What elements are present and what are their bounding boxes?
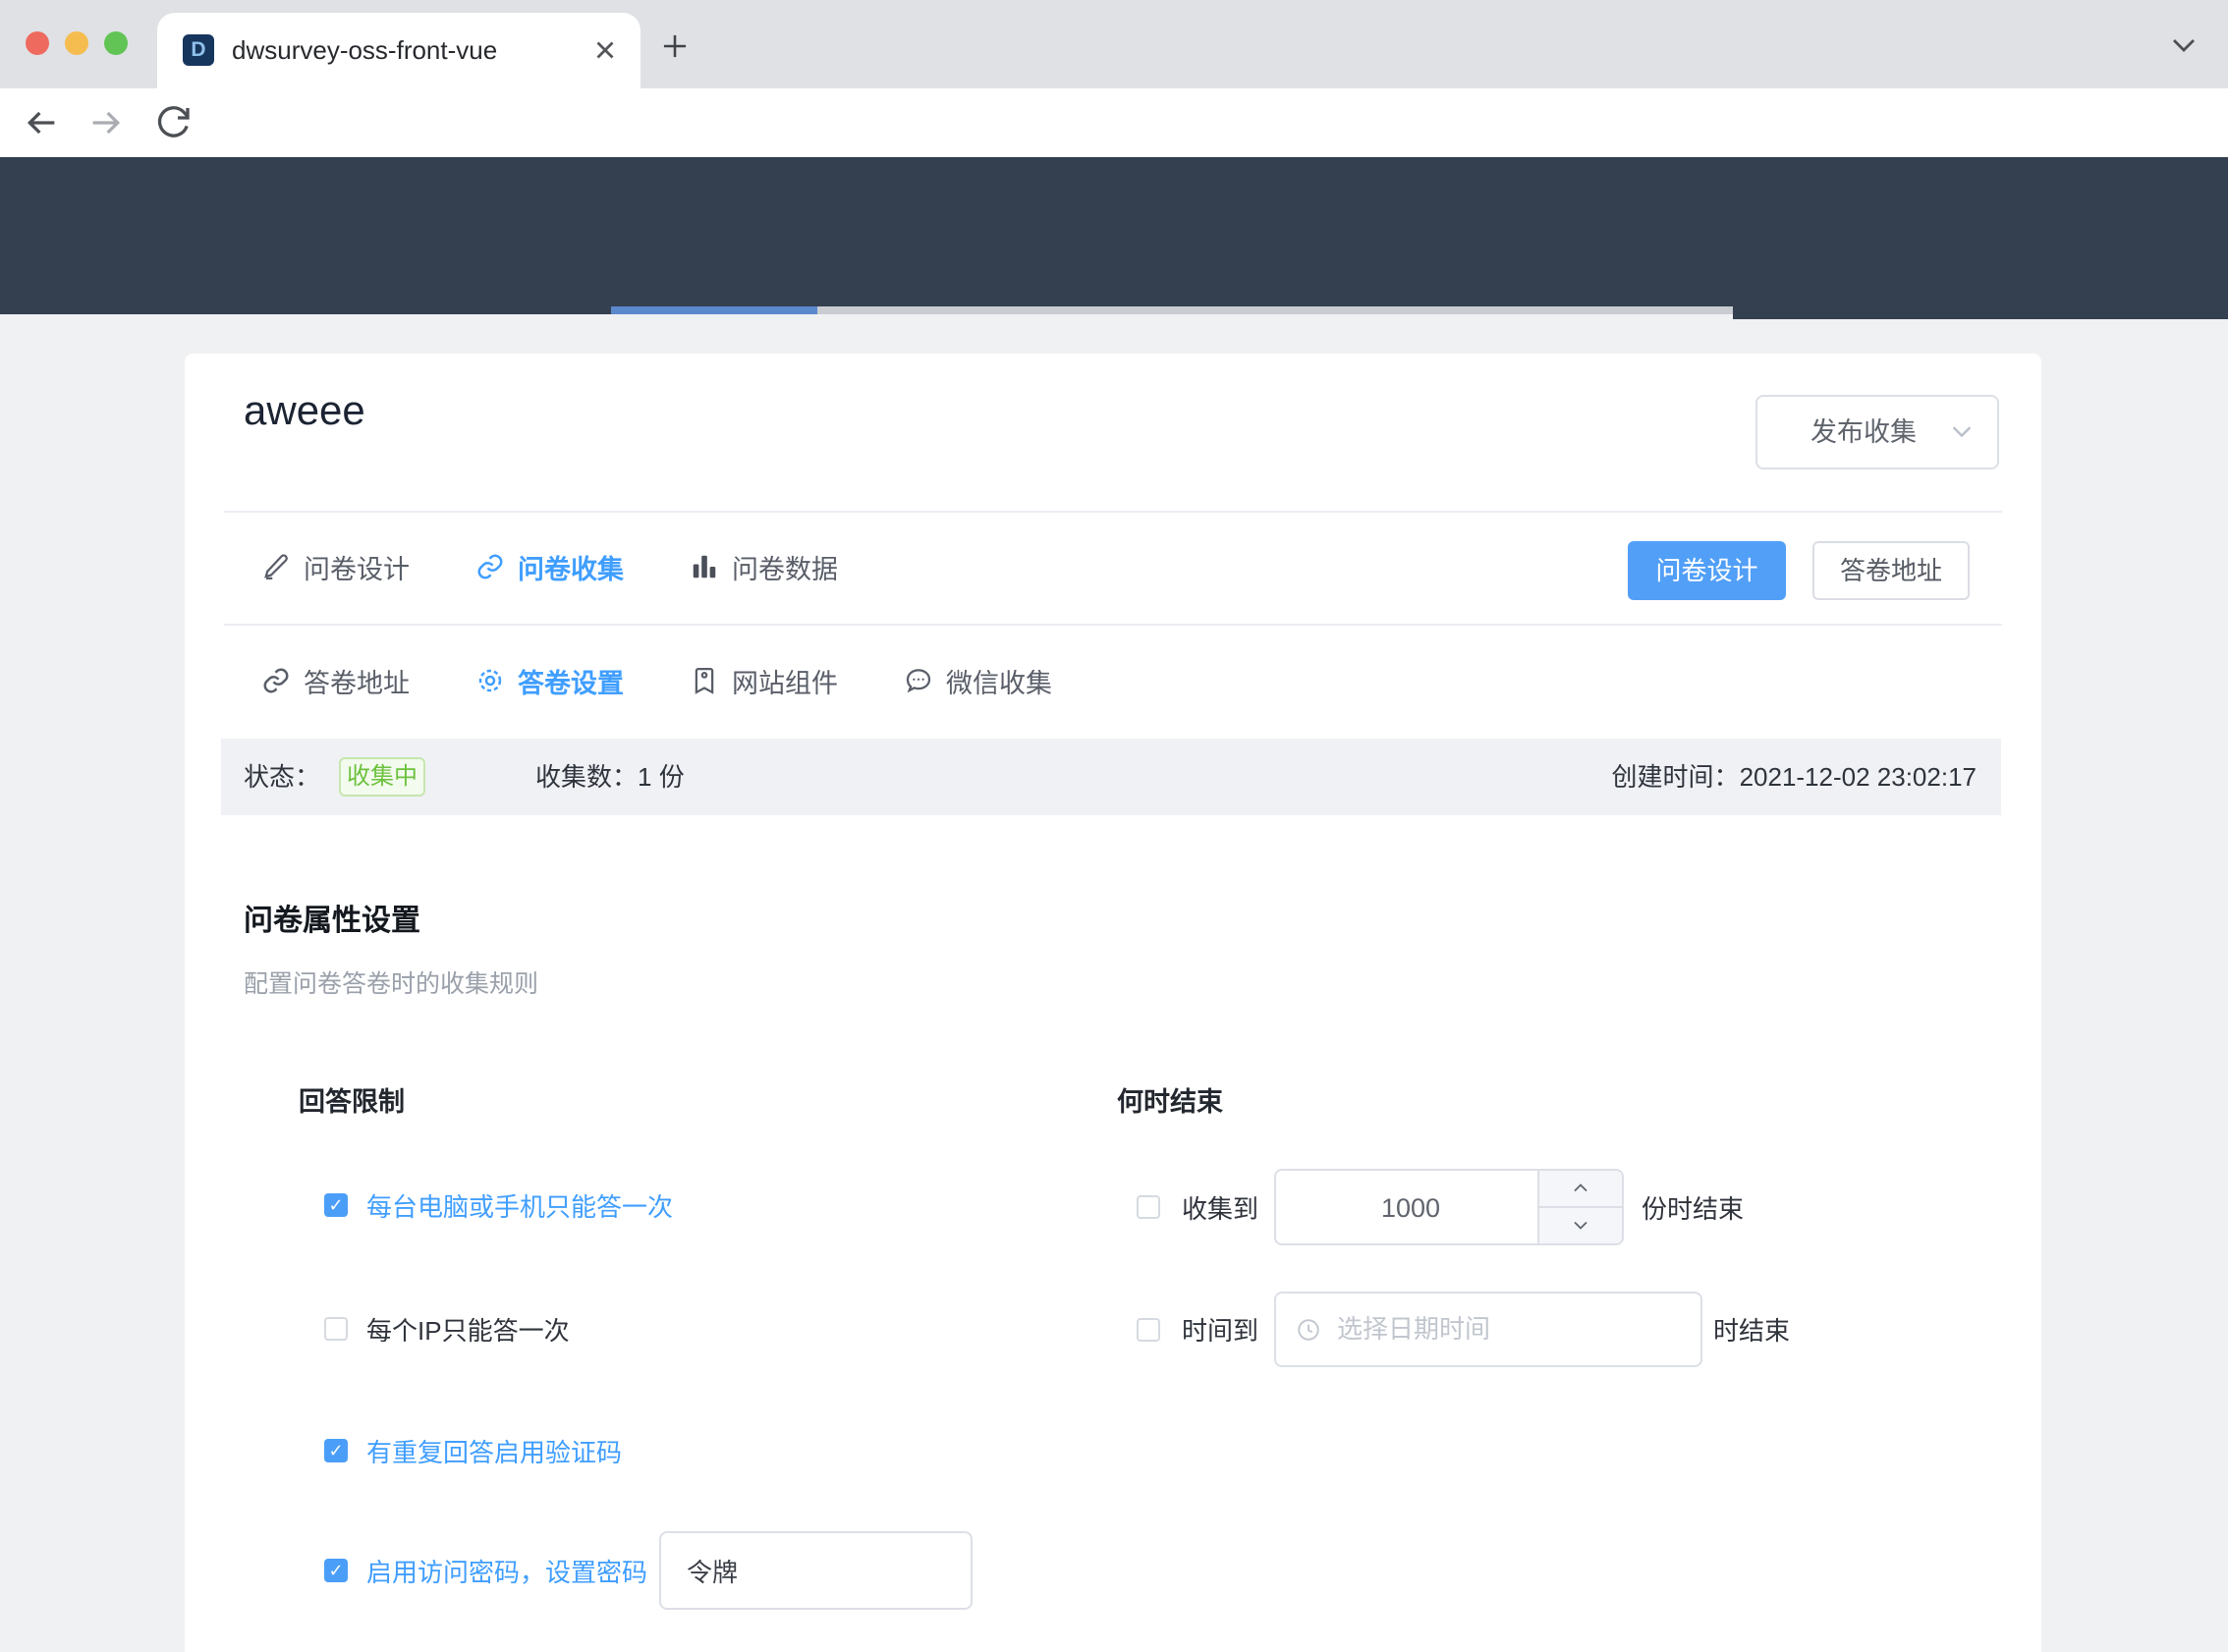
survey-design-button[interactable]: 问卷设计 bbox=[1628, 541, 1786, 600]
clock-icon bbox=[1296, 1317, 1321, 1343]
tab-label: 网站组件 bbox=[732, 662, 838, 700]
favicon: D bbox=[183, 34, 214, 66]
option-label[interactable]: 启用访问密码，设置密码 bbox=[366, 1553, 647, 1589]
count-prefix-label: 收集到 bbox=[1182, 1189, 1258, 1226]
checkbox-checked[interactable]: ✓ bbox=[324, 1559, 348, 1582]
option-label[interactable]: 有重复回答启用验证码 bbox=[366, 1433, 622, 1469]
divider bbox=[224, 511, 2002, 513]
checkbox-unchecked[interactable] bbox=[1137, 1195, 1160, 1219]
divider bbox=[224, 624, 2002, 626]
end-by-count-row: 收集到 份时结束 bbox=[1137, 1169, 1744, 1245]
end-condition-header: 何时结束 bbox=[1117, 1080, 1223, 1119]
bar-chart-icon bbox=[690, 552, 719, 581]
collect-count-label: 收集数： bbox=[535, 762, 638, 792]
tab-label: 问卷设计 bbox=[304, 548, 410, 586]
close-tab-icon[interactable] bbox=[587, 32, 623, 68]
time-suffix-label: 时结束 bbox=[1713, 1311, 1790, 1348]
created-time-value: 2021-12-02 23:02:17 bbox=[1740, 762, 1977, 792]
time-prefix-label: 时间到 bbox=[1182, 1311, 1258, 1348]
close-window-button[interactable] bbox=[26, 31, 49, 55]
browser-tab-strip: D dwsurvey-oss-front-vue bbox=[0, 0, 2228, 88]
chevron-down-icon bbox=[1950, 424, 1974, 440]
secondary-tabs: 答卷地址 答卷设置 网站组件 微信收集 bbox=[261, 641, 1052, 720]
status-bar: 状态： 收集中 收集数：1 份 创建时间：2021-12-02 23:02:17 bbox=[221, 739, 2001, 815]
new-tab-button[interactable] bbox=[656, 28, 694, 65]
tab-label: 微信收集 bbox=[946, 662, 1052, 700]
count-input[interactable] bbox=[1276, 1171, 1545, 1245]
app-navbar: DIAOWEN 调问 OSS 我的问卷 个人中心 用户管理 service@di… bbox=[0, 157, 2228, 314]
browser-tab[interactable]: D dwsurvey-oss-front-vue bbox=[157, 13, 641, 88]
reload-icon[interactable] bbox=[153, 103, 193, 142]
checkbox-unchecked[interactable] bbox=[324, 1317, 348, 1341]
answer-limit-header: 回答限制 bbox=[299, 1080, 405, 1119]
option-row-ip-once: 每个IP只能答一次 bbox=[324, 1290, 570, 1368]
collection-tag-icon bbox=[690, 666, 719, 695]
count-number-input bbox=[1274, 1169, 1624, 1245]
primary-tabs: 问卷设计 问卷收集 问卷数据 bbox=[261, 524, 838, 609]
nav-strip-dark bbox=[1733, 314, 2228, 319]
created-time-label: 创建时间： bbox=[1612, 762, 1740, 792]
section-heading: 问卷属性设置 bbox=[244, 896, 420, 939]
status-label: 状态： bbox=[244, 739, 320, 815]
minimize-window-button[interactable] bbox=[65, 31, 88, 55]
tab-answer-url[interactable]: 答卷地址 bbox=[261, 662, 410, 700]
edit-icon bbox=[261, 552, 291, 581]
checkbox-unchecked[interactable] bbox=[1137, 1318, 1160, 1342]
end-by-time-row: 时间到 时结束 bbox=[1137, 1292, 1790, 1367]
option-label[interactable]: 每台电脑或手机只能答一次 bbox=[366, 1187, 673, 1224]
answer-url-button[interactable]: 答卷地址 bbox=[1812, 541, 1970, 600]
collect-count: 收集数：1 份 bbox=[535, 739, 685, 815]
publish-collect-select[interactable]: 发布收集 bbox=[1755, 395, 1999, 469]
link-icon bbox=[261, 666, 291, 695]
tab-answer-settings[interactable]: 答卷设置 bbox=[475, 662, 624, 700]
section-description: 配置问卷答卷时的收集规则 bbox=[244, 964, 538, 1000]
tab-label: 答卷设置 bbox=[518, 662, 624, 700]
stepper-up-button[interactable] bbox=[1539, 1171, 1622, 1208]
tab-survey-collect[interactable]: 问卷收集 bbox=[475, 548, 624, 586]
browser-toolbar: localhost:8083/#/dw/survey/c/attr/c98fa1… bbox=[0, 88, 2228, 157]
stepper-down-button[interactable] bbox=[1539, 1208, 1622, 1243]
checkmark-icon: ✓ bbox=[328, 1561, 343, 1580]
survey-title: aweee bbox=[244, 387, 365, 434]
tab-label: 问卷数据 bbox=[732, 548, 838, 586]
status-badge: 收集中 bbox=[339, 757, 425, 797]
checkbox-checked[interactable]: ✓ bbox=[324, 1439, 348, 1462]
password-input[interactable] bbox=[659, 1531, 973, 1610]
gear-icon bbox=[475, 666, 505, 695]
option-row-captcha: ✓ 有重复回答启用验证码 bbox=[324, 1411, 622, 1490]
tab-survey-data[interactable]: 问卷数据 bbox=[690, 548, 838, 586]
tab-label: 问卷收集 bbox=[518, 548, 624, 586]
option-row-password: ✓ 启用访问密码，设置密码 bbox=[324, 1531, 973, 1610]
tab-site-widget[interactable]: 网站组件 bbox=[690, 662, 838, 700]
datetime-input[interactable] bbox=[1335, 1313, 1663, 1346]
chat-icon bbox=[904, 666, 933, 695]
tab-survey-design[interactable]: 问卷设计 bbox=[261, 548, 410, 586]
number-stepper bbox=[1537, 1171, 1622, 1243]
screen: D dwsurvey-oss-front-vue localhost:80 bbox=[0, 0, 2228, 1652]
option-label[interactable]: 每个IP只能答一次 bbox=[366, 1311, 570, 1348]
tab-title: dwsurvey-oss-front-vue bbox=[232, 13, 497, 88]
active-nav-underline bbox=[611, 306, 817, 314]
link-icon bbox=[475, 552, 505, 581]
back-icon[interactable] bbox=[22, 103, 61, 142]
option-row-device-once: ✓ 每台电脑或手机只能答一次 bbox=[324, 1166, 673, 1244]
checkmark-icon: ✓ bbox=[328, 1441, 343, 1460]
tab-label: 答卷地址 bbox=[304, 662, 410, 700]
datetime-picker[interactable] bbox=[1274, 1292, 1702, 1367]
survey-card: aweee 发布收集 问卷设计 问卷收集 bbox=[185, 354, 2041, 1652]
collect-count-value: 1 份 bbox=[638, 762, 685, 792]
checkbox-checked[interactable]: ✓ bbox=[324, 1193, 348, 1217]
publish-collect-value: 发布收集 bbox=[1810, 397, 1917, 468]
forward-icon[interactable] bbox=[86, 103, 126, 142]
checkmark-icon: ✓ bbox=[328, 1195, 343, 1215]
nav-strip bbox=[817, 306, 1733, 314]
tab-list-chevron-icon[interactable] bbox=[2169, 35, 2199, 55]
count-suffix-label: 份时结束 bbox=[1642, 1189, 1744, 1226]
created-time: 创建时间：2021-12-02 23:02:17 bbox=[1612, 739, 1977, 815]
zoom-window-button[interactable] bbox=[104, 31, 128, 55]
tab-wechat-collect[interactable]: 微信收集 bbox=[904, 662, 1052, 700]
